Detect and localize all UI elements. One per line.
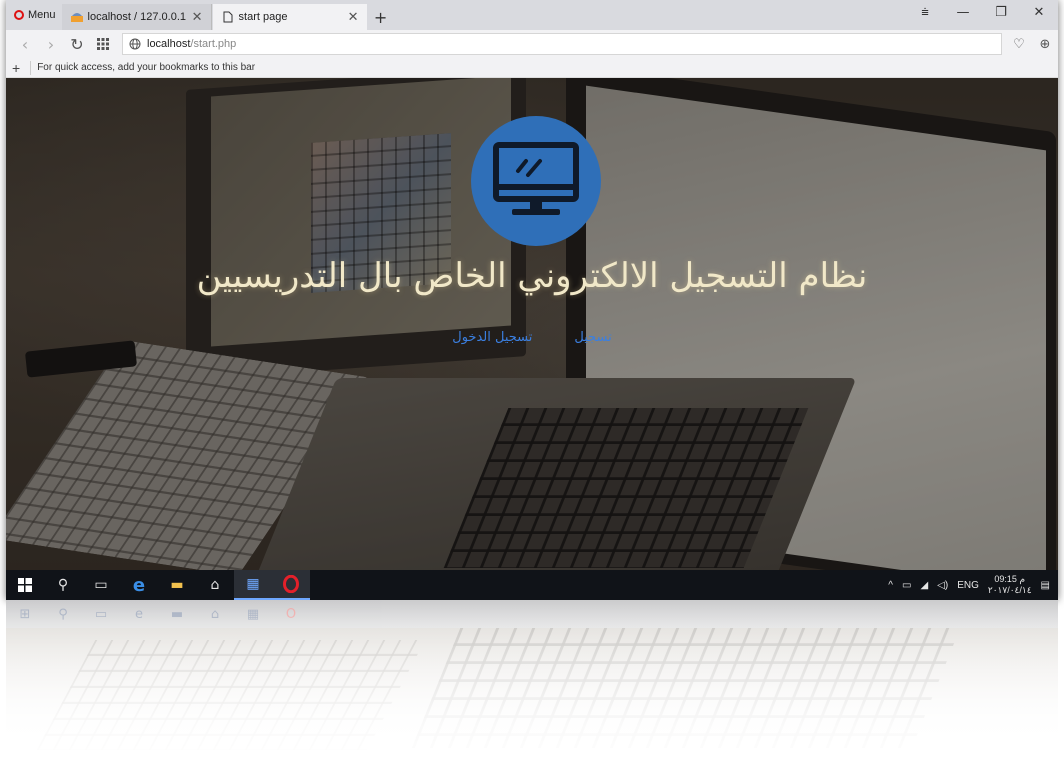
url-field[interactable]: localhost/start.php (122, 33, 1002, 55)
clock-time: 09:15 (994, 574, 1017, 584)
new-tab-button[interactable]: + (368, 4, 394, 30)
bookmarks-bar: + For quick access, add your bookmarks t… (6, 58, 1058, 78)
chevron-up-icon[interactable]: ^ (888, 580, 893, 591)
minimize-button[interactable]: — (944, 5, 982, 20)
windows-start-icon[interactable] (6, 570, 44, 600)
tab-title: start page (238, 11, 288, 23)
volume-icon[interactable]: ◁) (937, 580, 948, 591)
battery-icon[interactable]: ▭ (902, 580, 911, 591)
clock-date: ٢٠١٧/٠٤/١٤ (987, 585, 1032, 595)
app-icon[interactable]: ▦ (234, 570, 272, 600)
page-title: نظام التسجيل الالكتروني الخاص بال التدري… (196, 256, 868, 296)
network-icon[interactable]: ◢ (920, 580, 928, 591)
tab-bar: Menu localhost / 127.0.0.1 / alo ✕ start… (6, 0, 1058, 30)
page-viewport: نظام التسجيل الالكتروني الخاص بال التدري… (6, 78, 1058, 570)
tab-title: localhost / 127.0.0.1 / alo (87, 11, 188, 23)
add-bookmark-button[interactable]: + (12, 60, 20, 76)
bookmarks-hint: For quick access, add your bookmarks to … (37, 62, 256, 73)
speed-dial-button[interactable] (90, 31, 116, 57)
register-link[interactable]: تسجيل (574, 330, 611, 345)
opera-icon[interactable] (272, 570, 310, 600)
window-controls: ⩧ — ❐ ✕ (906, 0, 1058, 24)
clock[interactable]: 09:15 م ٢٠١٧/٠٤/١٤ (988, 574, 1032, 596)
globe-icon (129, 38, 141, 50)
clock-ampm: م (1019, 574, 1026, 584)
windows-taskbar: ⚲ ▭ e ▬ ⌂ ▦ ^ ▭ ◢ ◁) ENG 09:15 م ٢٠١٧/٠٤… (6, 570, 1058, 600)
hero-links: تسجيل تسجيل الدخول (6, 330, 1058, 345)
grid-icon (97, 38, 109, 50)
site-logo (471, 116, 601, 246)
phpmyadmin-icon (70, 10, 84, 24)
close-icon[interactable]: ✕ (192, 9, 203, 25)
url-host: localhost (147, 38, 191, 50)
tab-menu-icon[interactable]: ⩧ (906, 5, 944, 20)
close-icon[interactable]: ✕ (348, 9, 359, 25)
opera-menu-button[interactable]: Menu (6, 0, 62, 30)
close-window-button[interactable]: ✕ (1020, 5, 1058, 20)
menu-label: Menu (28, 9, 56, 21)
address-bar-row: ‹ › ↻ localhost/start.php ♡ ⊕ (6, 30, 1058, 58)
task-view-icon[interactable]: ▭ (82, 570, 120, 600)
divider (30, 60, 32, 75)
forward-button[interactable]: › (38, 31, 64, 57)
reload-button[interactable]: ↻ (64, 31, 90, 57)
reflection-fade (6, 600, 1058, 776)
tab-start-page[interactable]: start page ✕ (212, 4, 367, 30)
reflection: ⊞ ⚲ ▭ e ▬ ⌂ ▦ O (6, 600, 1058, 776)
system-tray: ^ ▭ ◢ ◁) ENG 09:15 م ٢٠١٧/٠٤/١٤ ▤ (888, 574, 1058, 596)
screenshot-frame: Menu localhost / 127.0.0.1 / alo ✕ start… (6, 0, 1058, 600)
search-icon[interactable]: ⚲ (44, 570, 82, 600)
restore-button[interactable]: ❐ (982, 5, 1020, 20)
notification-icon[interactable]: ▤ (1041, 580, 1050, 591)
page-icon (221, 10, 235, 24)
back-button[interactable]: ‹ (12, 31, 38, 57)
edge-browser-icon[interactable]: e (120, 570, 158, 600)
heart-icon[interactable]: ♡ (1006, 33, 1032, 55)
url-path: /start.php (190, 38, 237, 50)
file-explorer-icon[interactable]: ▬ (158, 570, 196, 600)
tab-phpmyadmin[interactable]: localhost / 127.0.0.1 / alo ✕ (61, 4, 212, 30)
desktop-monitor-icon (493, 142, 579, 215)
opera-logo-icon (14, 10, 24, 20)
login-link[interactable]: تسجيل الدخول (452, 330, 532, 345)
download-icon[interactable]: ⊕ (1032, 33, 1058, 55)
language-indicator[interactable]: ENG (957, 580, 979, 591)
store-icon[interactable]: ⌂ (196, 570, 234, 600)
